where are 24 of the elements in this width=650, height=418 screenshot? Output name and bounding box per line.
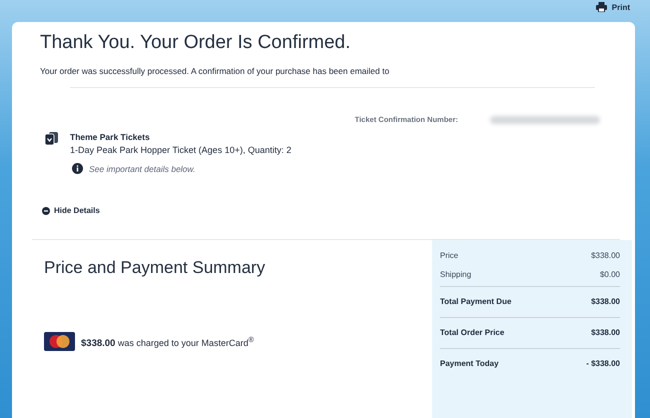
summary-label: Total Order Price [440, 328, 504, 337]
summary-value: - $338.00 [586, 359, 620, 368]
page-title: Thank You. Your Order Is Confirmed. [40, 32, 352, 54]
details-note: See important details below. [89, 164, 196, 174]
print-button[interactable]: Print [596, 2, 630, 12]
summary-label: Payment Today [440, 359, 499, 368]
summary-label: Total Payment Due [440, 297, 512, 306]
collapse-icon [42, 206, 50, 214]
card-logo-icon [44, 332, 75, 351]
info-icon [72, 163, 83, 174]
printer-icon [596, 2, 607, 12]
summary-value: $338.00 [591, 297, 620, 306]
tickets-icon [45, 132, 58, 145]
summary-label: Shipping [440, 270, 472, 279]
confirmation-message: Your order was successfully processed. A confirmation of your purchase has been emailed to [40, 66, 390, 76]
item-description: 1-Day Peak Park Hopper Ticket (Ages 10+), Quantity: 2 [70, 145, 292, 155]
summary-value: $338.00 [591, 251, 620, 260]
item-title: Theme Park Tickets [70, 132, 150, 142]
summary-value: $0.00 [600, 270, 620, 279]
hide-details-link[interactable]: Hide Details [42, 206, 100, 215]
charge-message: $338.00 was charged to your MasterCard$^{®}$ [81, 334, 254, 348]
summary-value: $338.00 [591, 328, 620, 337]
summary-label: Price [440, 251, 458, 260]
section-title: Price and Payment Summary [44, 258, 266, 278]
